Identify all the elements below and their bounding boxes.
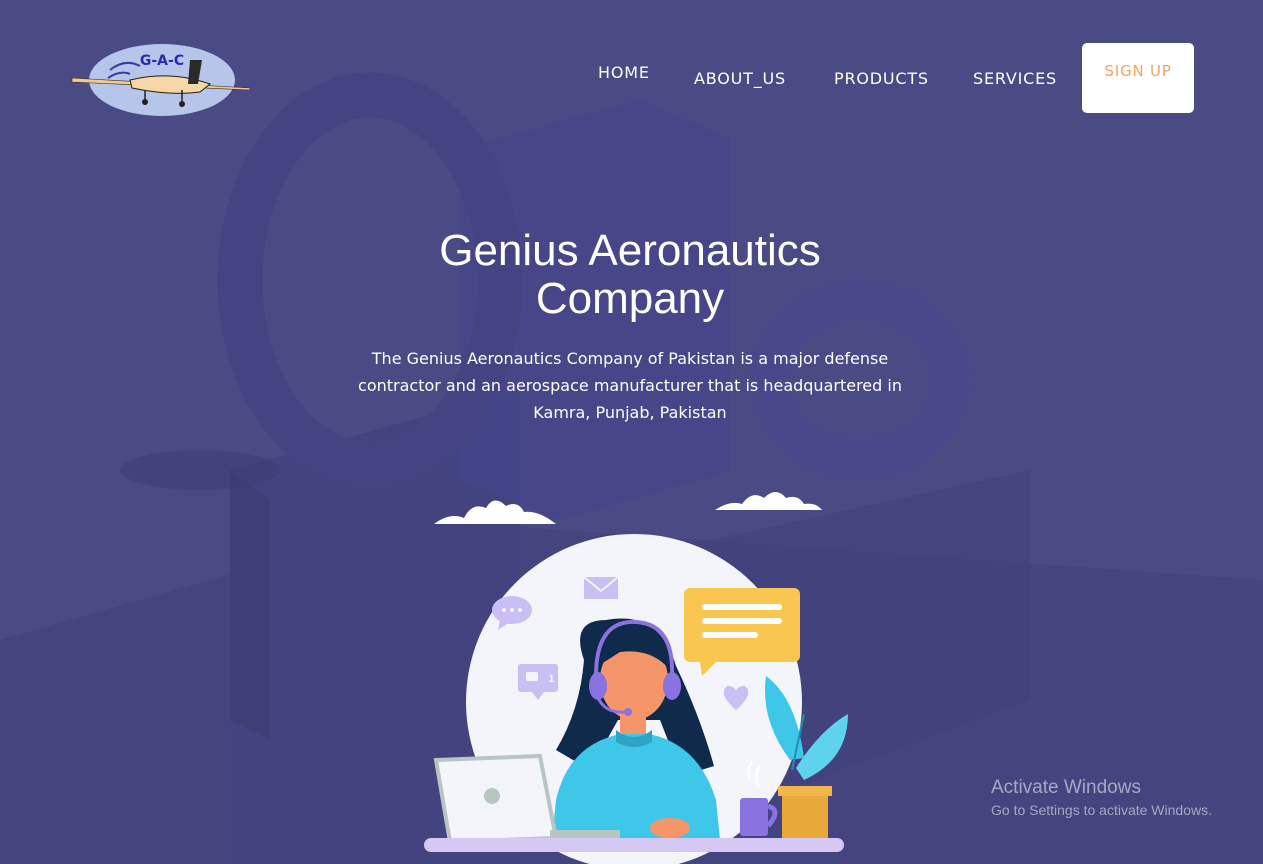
hero-description-line-2: contractor and an aerospace manufacturer…: [358, 376, 902, 395]
sign-up-label: SIGN UP: [1104, 62, 1172, 80]
hero-description-line-3: Kamra, Punjab, Pakistan: [533, 403, 727, 422]
envelope-icon: [583, 576, 619, 599]
message-badge-count: 1: [548, 674, 555, 685]
top-navigation: G-A-C HOME ABOUT_US PRODUCTS SERVICES SI…: [0, 0, 1263, 150]
nav-products-link[interactable]: PRODUCTS: [834, 69, 929, 88]
watermark-title: Activate Windows: [991, 777, 1141, 798]
cloud-icon: [715, 492, 822, 510]
hero-title-line-2: Company: [535, 274, 725, 323]
logo-text: G-A-C: [140, 53, 184, 69]
hero-title: Genius Aeronautics Company: [330, 227, 930, 323]
nav-services-link[interactable]: SERVICES: [973, 69, 1057, 88]
nav-home-link[interactable]: HOME: [598, 63, 650, 82]
activate-windows-watermark: Activate Windows Go to Settings to activ…: [991, 777, 1212, 818]
customer-support-illustration: 1: [424, 492, 848, 864]
nav-about-us-link[interactable]: ABOUT_US: [694, 69, 786, 88]
cloud-icon: [434, 500, 556, 524]
hero-description-line-1: The Genius Aeronautics Company of Pakist…: [371, 349, 889, 368]
hero-description: The Genius Aeronautics Company of Pakist…: [330, 345, 930, 426]
company-logo[interactable]: G-A-C: [70, 40, 255, 120]
watermark-subtitle: Go to Settings to activate Windows.: [991, 802, 1212, 818]
hero-title-line-1: Genius Aeronautics: [439, 226, 821, 275]
sign-up-button[interactable]: SIGN UP: [1082, 43, 1194, 113]
